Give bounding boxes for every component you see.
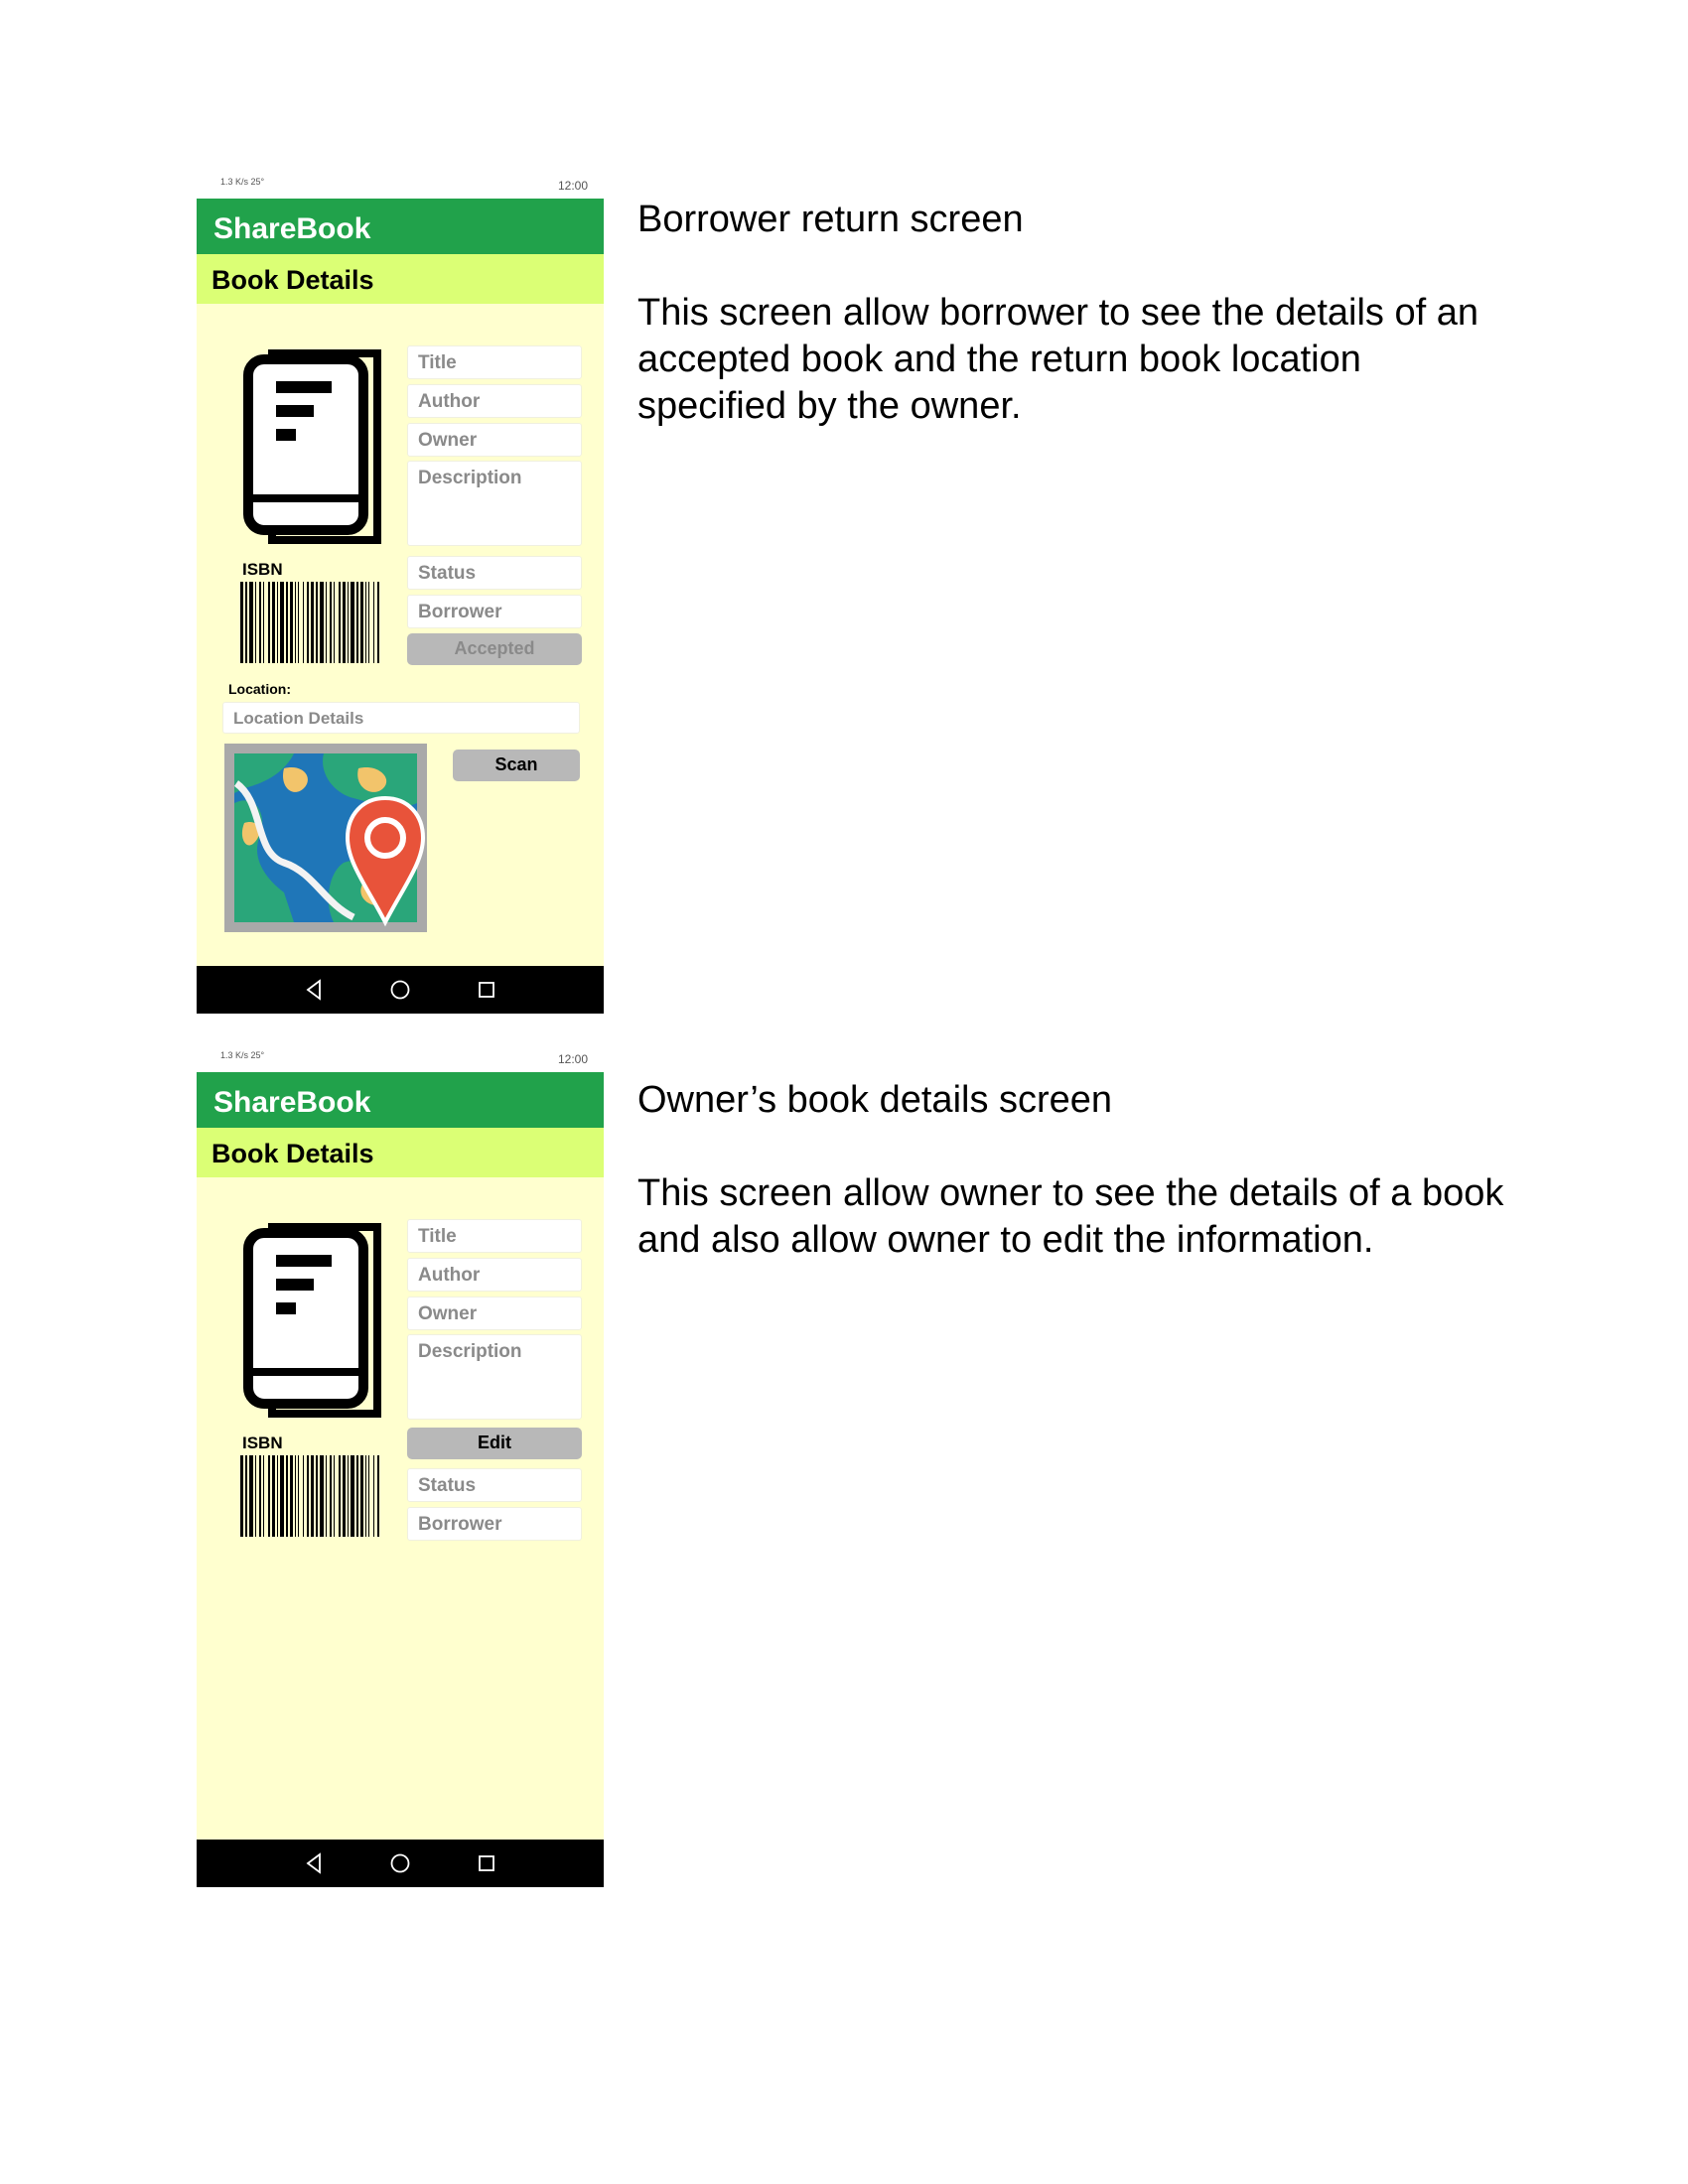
book-icon bbox=[243, 349, 381, 544]
borrower-field[interactable]: Borrower bbox=[407, 595, 582, 628]
borrower-return-screen: 1.3 K/s 25° 12:00 ShareBook Book Details… bbox=[197, 169, 604, 1014]
content-area: ISBN Title Author Owner Description Stat… bbox=[197, 304, 604, 966]
owner-caption-heading: Owner’s book details screen bbox=[637, 1079, 1113, 1121]
isbn-label: ISBN bbox=[242, 1433, 283, 1452]
home-icon[interactable] bbox=[388, 978, 412, 1002]
section-bar: Book Details bbox=[197, 254, 604, 304]
content-area: ISBN Title Author Owner Description Edit… bbox=[197, 1177, 604, 1840]
borrower-caption-heading: Borrower return screen bbox=[637, 199, 1024, 240]
section-title: Book Details bbox=[211, 1139, 374, 1168]
status-time: 12:00 bbox=[557, 179, 588, 193]
recents-icon[interactable] bbox=[475, 978, 498, 1002]
borrower-caption: Borrower return screen This screen allow… bbox=[637, 197, 1511, 430]
description-field[interactable]: Description bbox=[407, 461, 582, 546]
navigation-bar bbox=[197, 966, 604, 1014]
status-left: 1.3 K/s 25° bbox=[220, 1050, 265, 1060]
app-title: ShareBook bbox=[213, 212, 371, 245]
borrower-caption-body: This screen allow borrower to see the de… bbox=[637, 292, 1478, 427]
status-field[interactable]: Status bbox=[407, 1468, 582, 1502]
owner-field[interactable]: Owner bbox=[407, 423, 582, 457]
edit-button[interactable]: Edit bbox=[407, 1428, 582, 1459]
scan-button[interactable]: Scan bbox=[453, 750, 580, 781]
map-pin-icon[interactable] bbox=[224, 744, 427, 932]
description-field[interactable]: Description bbox=[407, 1334, 582, 1420]
owner-book-details-screen: 1.3 K/s 25° 12:00 ShareBook Book Details… bbox=[197, 1042, 604, 1887]
accepted-button[interactable]: Accepted bbox=[407, 633, 582, 665]
status-left: 1.3 K/s 25° bbox=[220, 177, 265, 187]
author-field[interactable]: Author bbox=[407, 384, 582, 418]
status-bar: 1.3 K/s 25° 12:00 bbox=[197, 1042, 604, 1072]
location-label: Location: bbox=[228, 681, 291, 697]
owner-caption: Owner’s book details screen This screen … bbox=[637, 1077, 1511, 1264]
owner-field[interactable]: Owner bbox=[407, 1297, 582, 1330]
app-title: ShareBook bbox=[213, 1086, 371, 1119]
barcode-icon bbox=[240, 1455, 379, 1537]
owner-caption-body: This screen allow owner to see the detai… bbox=[637, 1172, 1504, 1261]
location-details-input[interactable]: Location Details bbox=[222, 702, 580, 734]
borrower-field[interactable]: Borrower bbox=[407, 1507, 582, 1541]
status-time: 12:00 bbox=[557, 1052, 588, 1066]
section-title: Book Details bbox=[211, 265, 374, 295]
author-field[interactable]: Author bbox=[407, 1258, 582, 1292]
book-icon bbox=[243, 1223, 381, 1418]
back-icon[interactable] bbox=[302, 978, 326, 1002]
title-field[interactable]: Title bbox=[407, 345, 582, 379]
recents-icon[interactable] bbox=[475, 1851, 498, 1875]
status-bar: 1.3 K/s 25° 12:00 bbox=[197, 169, 604, 199]
navigation-bar bbox=[197, 1840, 604, 1887]
section-bar: Book Details bbox=[197, 1128, 604, 1177]
back-icon[interactable] bbox=[302, 1851, 326, 1875]
isbn-label: ISBN bbox=[242, 560, 283, 579]
app-bar: ShareBook bbox=[197, 1072, 604, 1128]
status-field[interactable]: Status bbox=[407, 556, 582, 590]
barcode-icon bbox=[240, 582, 379, 663]
app-bar: ShareBook bbox=[197, 199, 604, 254]
home-icon[interactable] bbox=[388, 1851, 412, 1875]
title-field[interactable]: Title bbox=[407, 1219, 582, 1253]
